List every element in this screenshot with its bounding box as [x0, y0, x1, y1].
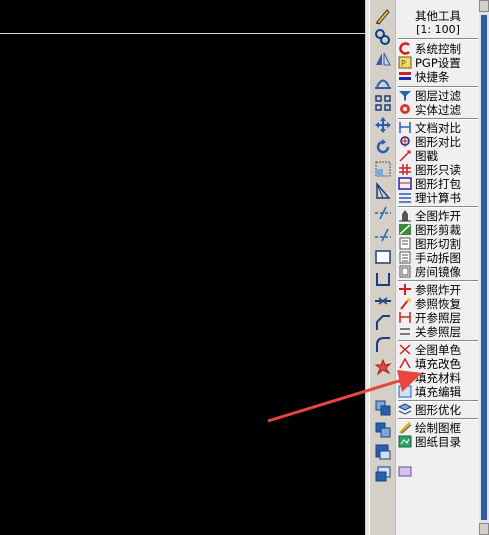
annotation-arrow [267, 370, 422, 423]
